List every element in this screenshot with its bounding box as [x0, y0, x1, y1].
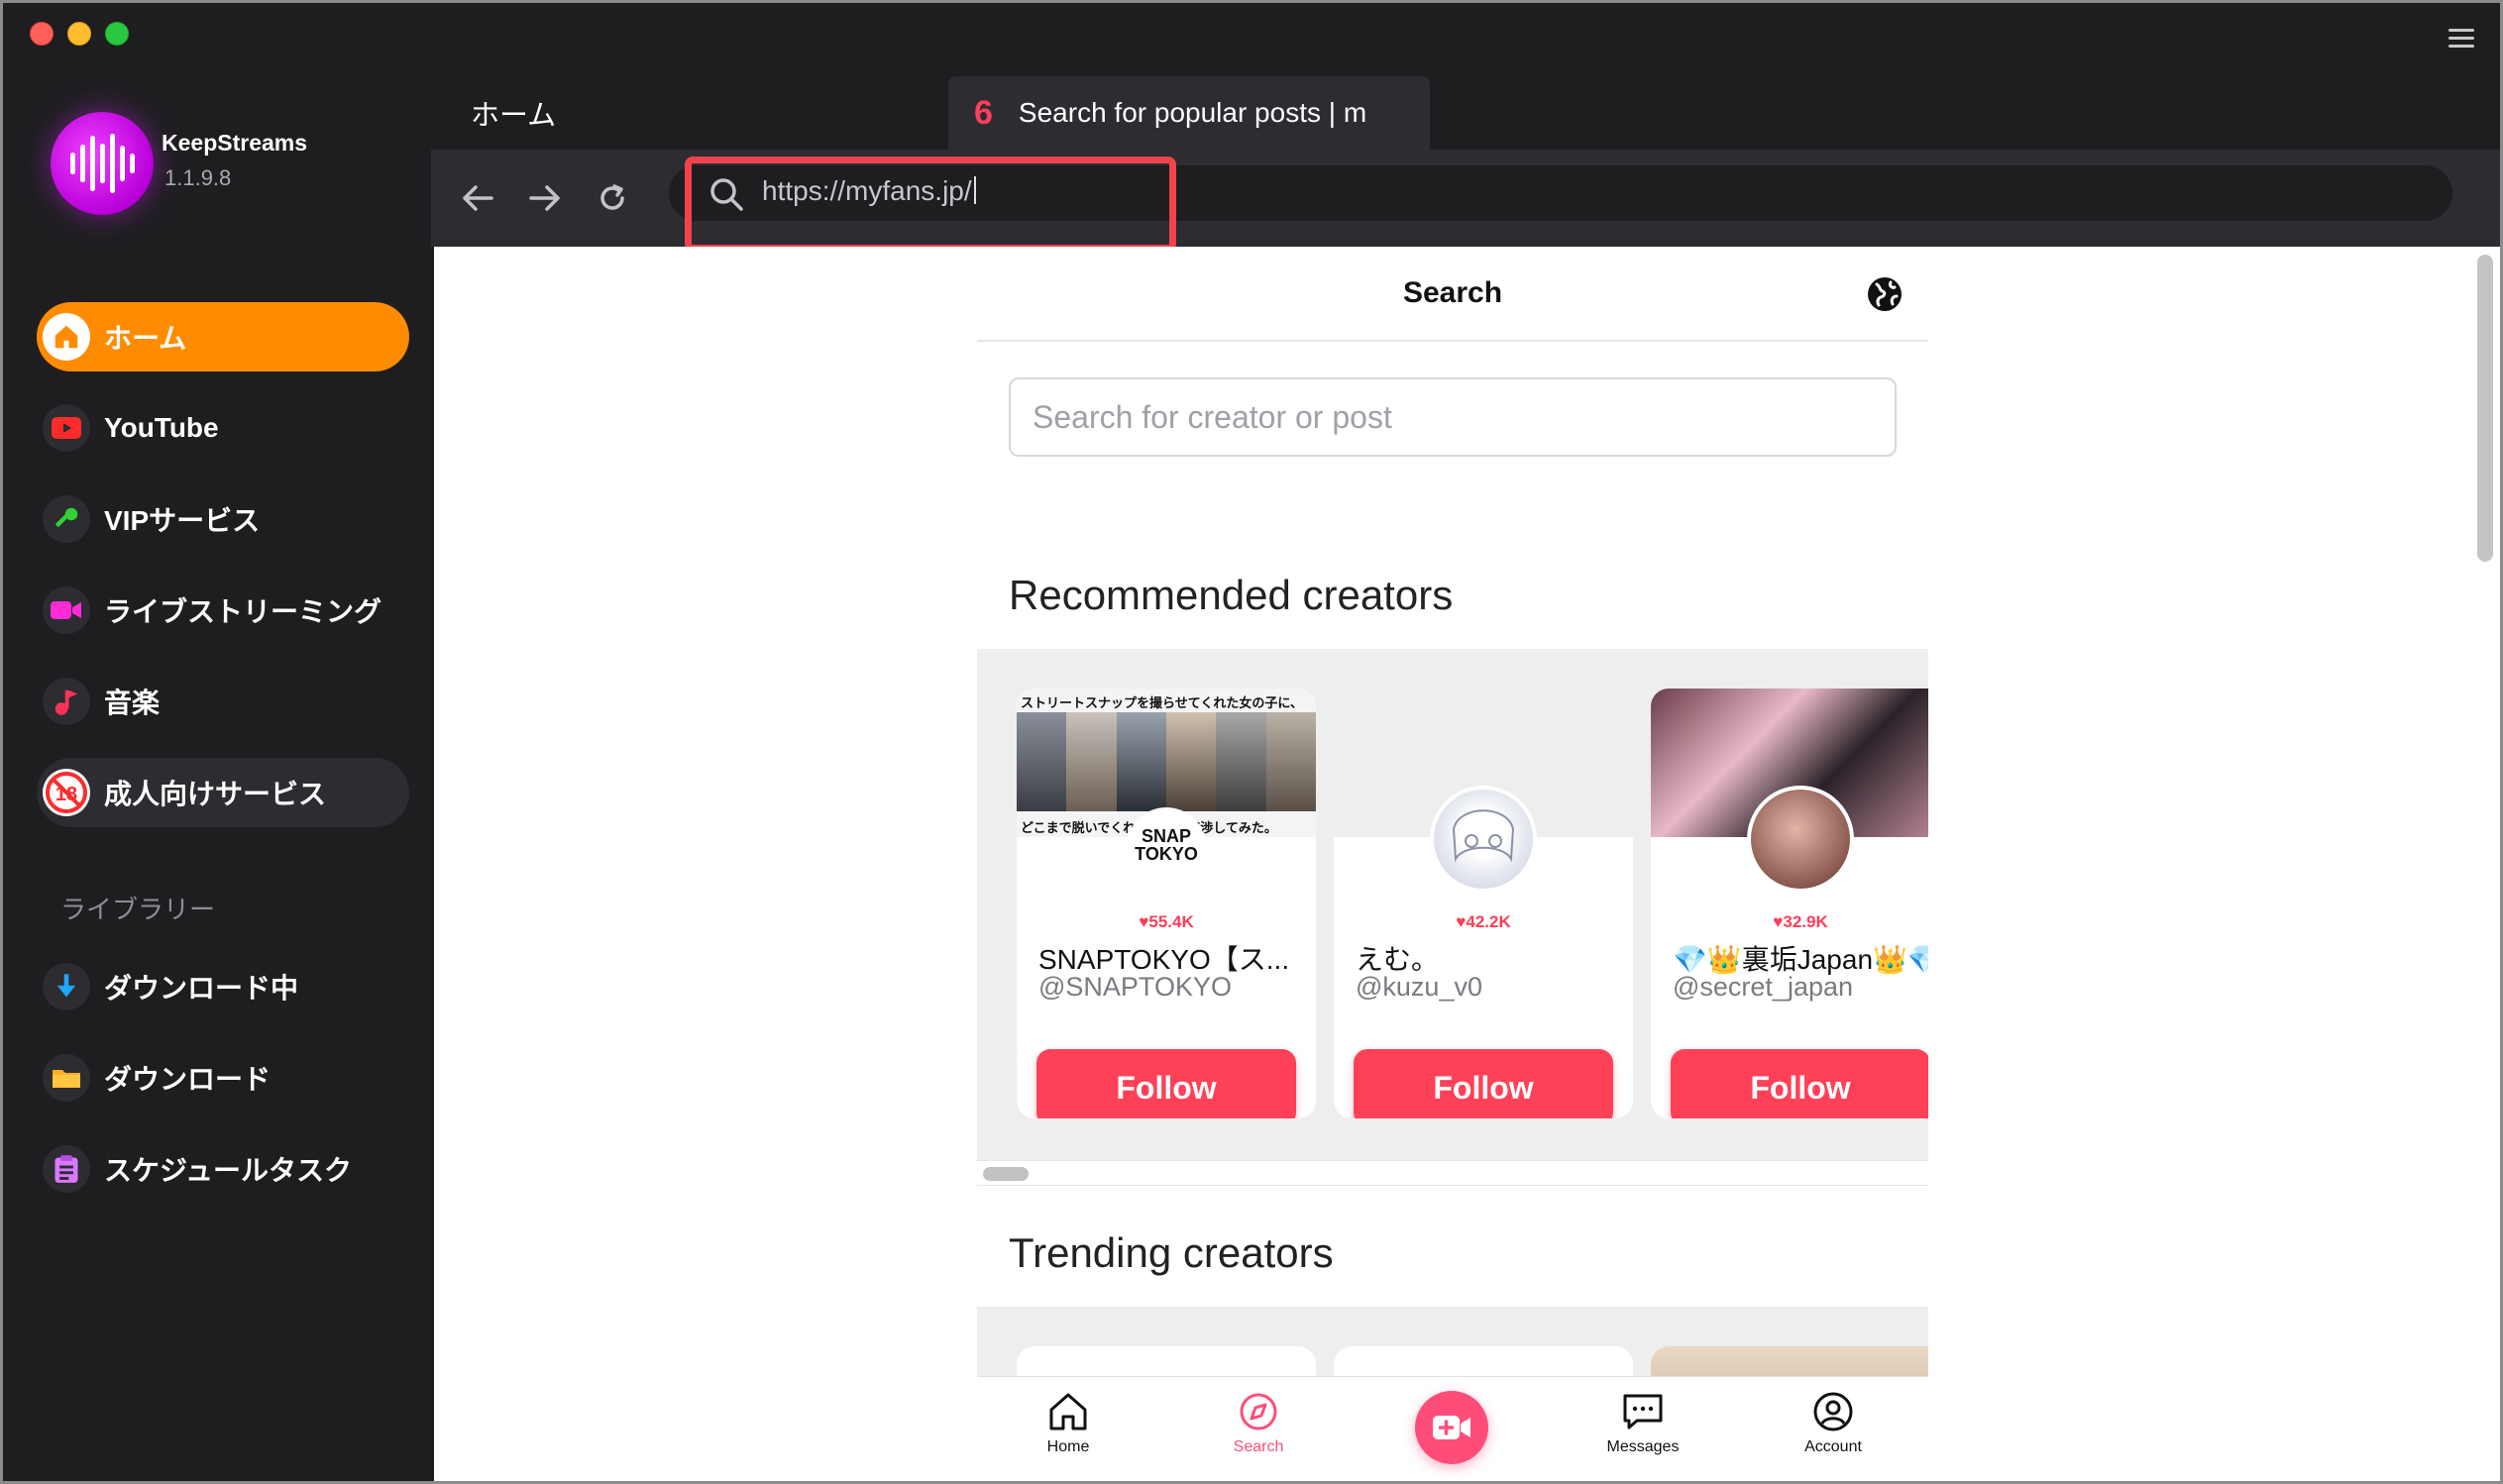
sidebar-item-label: 音楽 [104, 688, 161, 718]
avatar-logo-text: SNAP TOKYO [1135, 826, 1198, 864]
sidebar-item-label: ライブストリーミング [104, 596, 382, 627]
app-window: KeepStreams 1.1.9.8 ホーム YouTube VIPサービス … [0, 0, 2503, 1484]
web-content: Search Recommended creators ストリートスナップを撮ら… [434, 247, 2500, 1481]
myfans-favicon-icon: 6 [974, 93, 993, 132]
sidebar-item-label: 成人向けサービス [104, 779, 327, 809]
sidebar-item-music[interactable]: 音楽 [37, 667, 409, 736]
window-maximize-button[interactable] [105, 22, 129, 46]
house-icon [1049, 1393, 1087, 1431]
key-icon [43, 495, 90, 543]
back-arrow-icon[interactable] [453, 173, 502, 223]
carousel-scrollbar[interactable] [977, 1160, 1928, 1186]
like-count: ♥42.2K [1456, 912, 1511, 931]
adult-18-icon: 18 [43, 769, 90, 816]
home-icon [43, 313, 90, 361]
sidebar-item-label: ダウンロード中 [104, 973, 299, 1004]
user-circle-icon [1813, 1392, 1853, 1431]
video-camera-icon [43, 586, 90, 634]
tab-current-page[interactable]: 6 Search for popular posts | m [948, 76, 1430, 150]
avatar: SNAP TOKYO [1127, 807, 1206, 887]
recommended-creators-heading: Recommended creators [1009, 572, 1454, 618]
compass-icon [1240, 1393, 1277, 1431]
page-title: Search [1402, 276, 1503, 309]
creator-search-input[interactable] [1009, 377, 1897, 457]
hamburger-menu-icon[interactable] [2449, 29, 2474, 49]
follow-button[interactable]: Follow [1036, 1049, 1296, 1118]
music-note-icon [43, 678, 90, 725]
avatar [1747, 786, 1854, 893]
sidebar: KeepStreams 1.1.9.8 ホーム YouTube VIPサービス … [3, 62, 431, 1481]
page-header: Search [977, 247, 1928, 342]
carousel-scroll-thumb[interactable] [983, 1167, 1029, 1181]
sidebar-item-label: VIPサービス [104, 505, 261, 536]
sidebar-item-label: スケジュールタスク [104, 1155, 353, 1186]
bottom-navigation: Home Search Messages Account [977, 1376, 1928, 1481]
app-version: 1.1.9.8 [164, 165, 232, 190]
avatar [1430, 786, 1537, 893]
reload-icon[interactable] [588, 173, 637, 223]
nav-messages[interactable]: Messages [1574, 1391, 1712, 1456]
creator-card[interactable]: ♥32.9K 💎👑裏垢Japan👑💎 @secret_japan Follow [1651, 689, 1928, 1118]
nav-home-label: Home [1046, 1438, 1090, 1455]
sidebar-item-adult[interactable]: 18 成人向けサービス [37, 758, 409, 827]
nav-search-label: Search [1233, 1438, 1284, 1455]
like-count: ♥55.4K [1139, 912, 1194, 931]
nav-home[interactable]: Home [999, 1391, 1138, 1456]
sidebar-item-youtube[interactable]: YouTube [37, 393, 409, 463]
app-logo [51, 112, 154, 215]
tab-home[interactable]: ホーム [471, 92, 556, 134]
window-minimize-button[interactable] [67, 22, 91, 46]
creator-handle: @secret_japan [1673, 972, 1854, 1002]
library-section-label: ライブラリー [60, 895, 216, 924]
creator-card[interactable]: ♥42.2K えむ。 @kuzu_v0 Follow [1334, 689, 1633, 1118]
sidebar-item-home[interactable]: ホーム [37, 302, 409, 371]
like-count: ♥32.9K [1773, 912, 1828, 931]
sidebar-item-downloaded[interactable]: ダウンロード [37, 1043, 409, 1113]
creator-handle: @SNAPTOKYO [1038, 972, 1232, 1002]
cover-caption-top: ストリートスナップを撮らせてくれた女の子に、 [1021, 695, 1303, 710]
creator-card[interactable]: ストリートスナップを撮らせてくれた女の子に、 どこまで脱いでくれるかガチ交渉して… [1017, 689, 1316, 1118]
nav-search[interactable]: Search [1189, 1391, 1328, 1456]
sidebar-item-label: ダウンロード [104, 1064, 272, 1095]
tab-title: Search for popular posts | m [1018, 97, 1367, 128]
download-arrow-icon [43, 963, 90, 1010]
forward-arrow-icon[interactable] [520, 173, 570, 223]
page-scrollbar[interactable] [2477, 255, 2493, 562]
creator-handle: @kuzu_v0 [1356, 972, 1482, 1002]
myfans-page: Search Recommended creators ストリートスナップを撮ら… [977, 247, 1928, 1481]
video-plus-icon [1433, 1416, 1470, 1439]
nav-account-label: Account [1804, 1438, 1862, 1455]
app-name: KeepStreams [162, 130, 308, 156]
folder-icon [43, 1054, 90, 1102]
follow-button[interactable]: Follow [1671, 1049, 1928, 1118]
nav-account[interactable]: Account [1764, 1391, 1903, 1456]
sidebar-item-label: YouTube [104, 412, 219, 443]
create-post-button[interactable] [1415, 1391, 1488, 1464]
globe-icon[interactable] [1865, 274, 1904, 319]
trending-creators-heading: Trending creators [1009, 1229, 1334, 1276]
sidebar-item-vip[interactable]: VIPサービス [37, 484, 409, 554]
youtube-icon [43, 404, 90, 452]
sidebar-item-label: ホーム [104, 323, 187, 354]
cover-photo-strip [1017, 712, 1316, 811]
clipboard-icon [43, 1145, 90, 1193]
sidebar-item-livestreaming[interactable]: ライブストリーミング [37, 576, 409, 645]
chat-bubble-icon [1623, 1394, 1663, 1430]
recommended-creators-carousel[interactable]: ストリートスナップを撮らせてくれた女の子に、 どこまで脱いでくれるかガチ交渉して… [977, 649, 1928, 1164]
url-highlight-box [685, 157, 1176, 252]
tab-bar: ホーム 6 Search for popular posts | m [431, 62, 2500, 150]
window-close-button[interactable] [30, 22, 54, 46]
sidebar-item-scheduled-tasks[interactable]: スケジュールタスク [37, 1134, 409, 1204]
sidebar-item-downloading[interactable]: ダウンロード中 [37, 952, 409, 1021]
follow-button[interactable]: Follow [1354, 1049, 1613, 1118]
nav-messages-label: Messages [1606, 1438, 1680, 1455]
